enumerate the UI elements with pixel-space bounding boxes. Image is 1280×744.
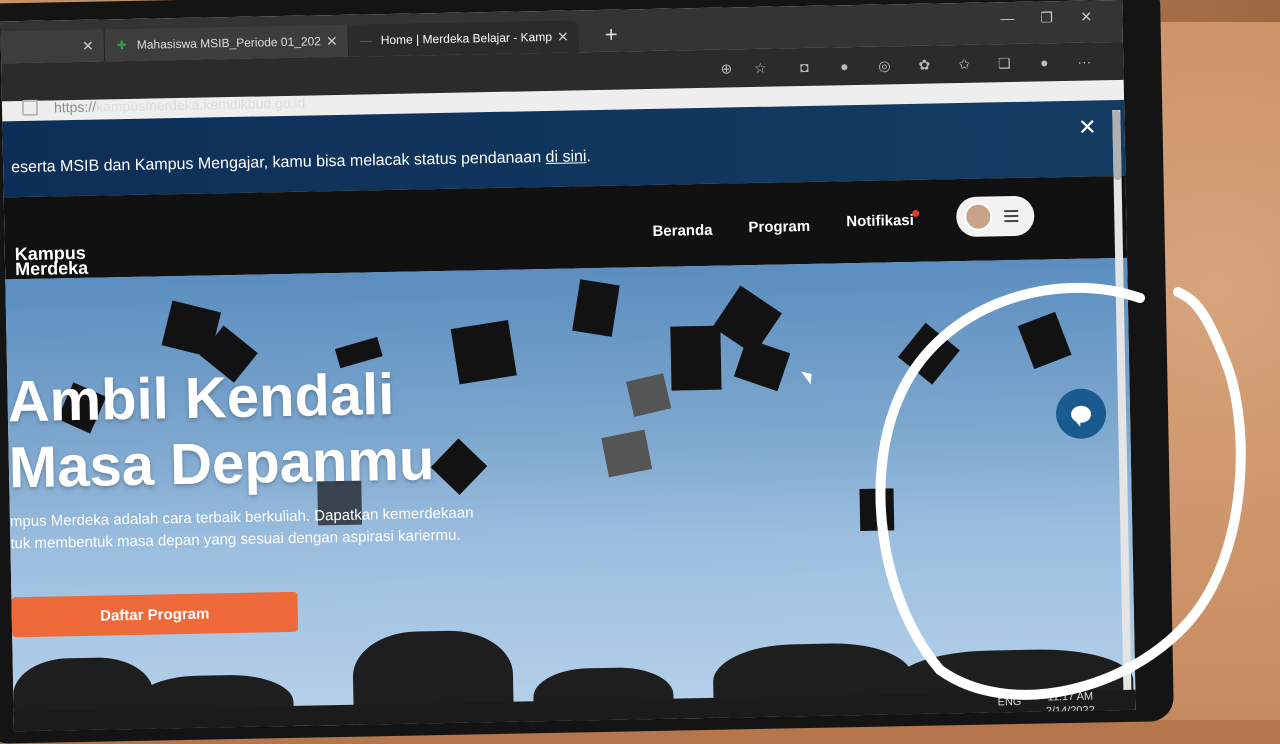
tab-close-icon[interactable]: ✕: [326, 32, 338, 49]
profile-icon[interactable]: ●: [1035, 53, 1053, 71]
hamburger-icon: [1004, 209, 1019, 223]
camera-icon[interactable]: ◘: [795, 58, 813, 76]
banner-text: eserta MSIB dan Kampus Mengajar, kamu bi…: [10, 148, 546, 177]
lock-icon: [21, 99, 39, 117]
site-favicon-icon: —: [359, 33, 372, 48]
collections-icon[interactable]: ❏: [995, 54, 1013, 72]
language-indicator[interactable]: ENG: [997, 696, 1021, 708]
banner-link[interactable]: di sini: [545, 148, 586, 166]
new-tab-button[interactable]: +: [604, 22, 617, 48]
favorites-icon[interactable]: ✩: [955, 55, 973, 73]
daftar-program-button[interactable]: Daftar Program: [11, 591, 299, 638]
tab-close-icon[interactable]: ✕: [557, 28, 569, 45]
restore-icon[interactable]: ❐: [1040, 9, 1053, 26]
extension-icon[interactable]: ✿: [915, 56, 933, 74]
nav-notifikasi[interactable]: Notifikasi: [846, 212, 914, 230]
laptop-bezel: ✕ ✚ Mahasiswa MSIB_Periode 01_202 ✕ — Ho…: [0, 0, 1174, 744]
graduation-cap-icon: [572, 279, 620, 337]
graduation-cap-icon: [450, 319, 517, 385]
taskbar-date[interactable]: 2/14/2022: [1046, 705, 1095, 718]
profile-menu-button[interactable]: [955, 195, 1035, 238]
url-scheme: https://: [53, 98, 97, 116]
tab-home-merdeka[interactable]: — Home | Merdeka Belajar - Kamp ✕: [348, 20, 580, 57]
graduation-cap-icon: [859, 488, 895, 532]
zoom-icon[interactable]: ⊕: [717, 59, 735, 77]
graduation-cap-icon: [430, 438, 488, 495]
favorite-star-icon[interactable]: ☆: [751, 59, 769, 77]
logo-line-2: Merdeka: [14, 257, 89, 280]
extension-icon[interactable]: ●: [835, 57, 853, 75]
hero-title-line-2: Masa Depanmu: [8, 427, 435, 501]
graduate-silhouette: [712, 642, 915, 732]
extension-icon[interactable]: ◎: [875, 56, 893, 74]
sheet-favicon-icon: ✚: [116, 37, 127, 53]
banner-close-icon[interactable]: ✕: [1078, 114, 1097, 140]
url-host: kampusmerdeka.kemdikbud.go.id: [95, 94, 306, 115]
hero-title: Ambil Kendali Masa Depanmu: [7, 361, 435, 501]
chat-bubble-icon: [1070, 405, 1092, 423]
hero-section: Ambil Kendali Masa Depanmu mpus Merdeka …: [5, 257, 1136, 732]
graduation-cap-icon: [670, 325, 722, 391]
tab-title: Mahasiswa MSIB_Periode 01_202: [136, 34, 322, 52]
hero-title-line-1: Ambil Kendali: [7, 361, 395, 435]
more-icon[interactable]: ···: [1075, 52, 1093, 70]
taskbar-time[interactable]: 11:17 AM: [1047, 691, 1093, 704]
banner-end: .: [586, 148, 592, 166]
mouse-cursor-icon: [801, 367, 817, 385]
nav-program[interactable]: Program: [748, 218, 810, 236]
graduation-cap-icon: [601, 429, 653, 478]
nav-beranda[interactable]: Beranda: [652, 222, 712, 240]
graduation-cap-icon: [897, 322, 960, 385]
notification-dot: [912, 209, 920, 217]
tab-close-icon[interactable]: ✕: [82, 37, 94, 54]
chat-button[interactable]: [1055, 388, 1107, 440]
tab-1[interactable]: ✕: [0, 29, 106, 64]
tab-title: Home | Merdeka Belajar - Kamp: [380, 29, 553, 48]
graduation-cap-icon: [626, 373, 672, 417]
scrollbar-thumb[interactable]: [1112, 109, 1122, 181]
close-window-icon[interactable]: ✕: [1080, 8, 1092, 25]
minimize-icon[interactable]: —: [1000, 10, 1014, 26]
hero-subtitle: mpus Merdeka adalah cara terbaik berkuli…: [10, 502, 474, 555]
tab-mahasiswa-msib[interactable]: ✚ Mahasiswa MSIB_Periode 01_202 ✕: [104, 24, 350, 62]
graduation-cap-icon: [1017, 311, 1072, 370]
avatar: [964, 202, 993, 231]
laptop-screen: ✕ ✚ Mahasiswa MSIB_Periode 01_202 ✕ — Ho…: [0, 0, 1136, 732]
banner-message: eserta MSIB dan Kampus Mengajar, kamu bi…: [11, 148, 591, 177]
